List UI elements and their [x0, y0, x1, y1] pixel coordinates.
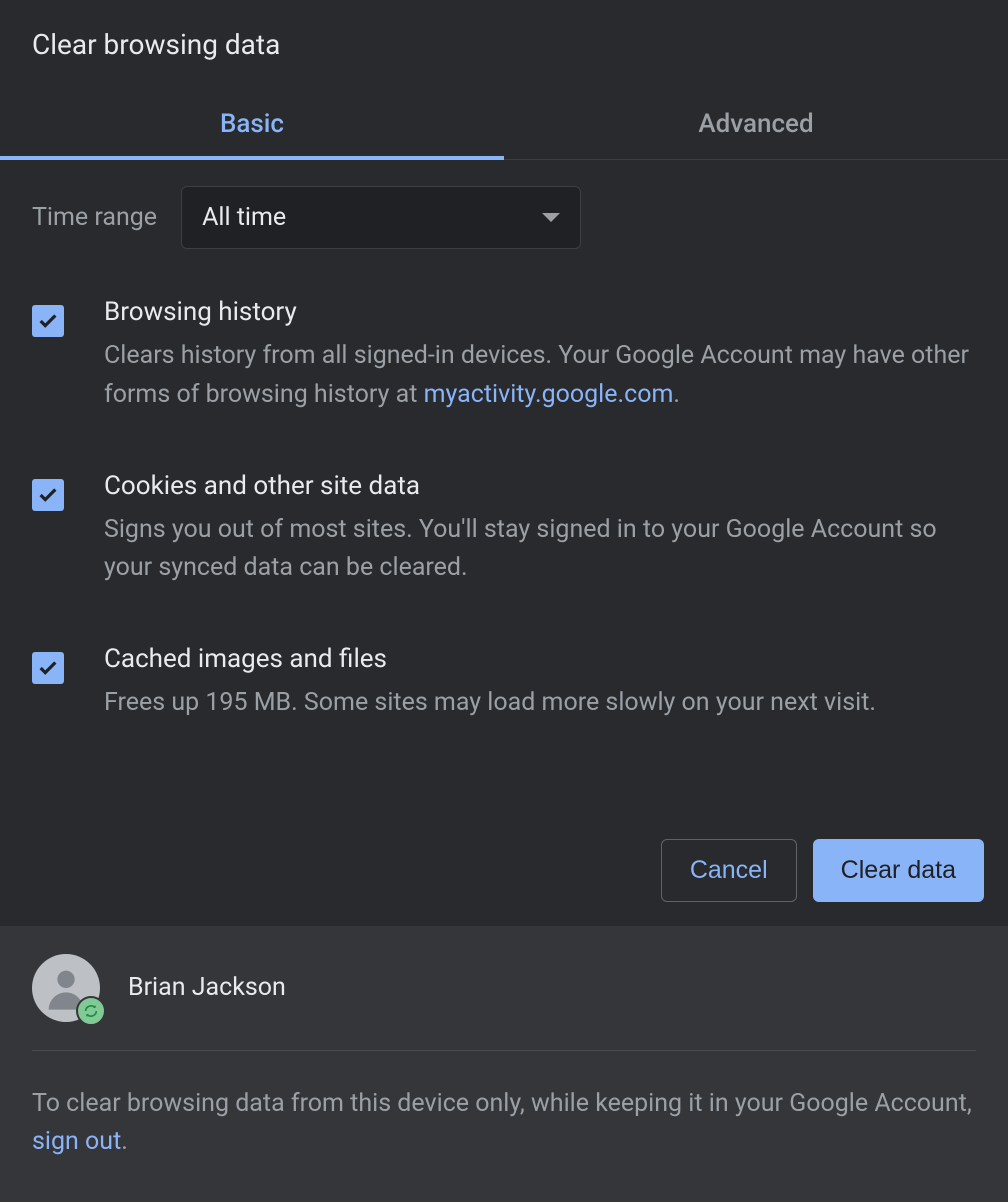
option-description: Frees up 195 MB. Some sites may load mor… [104, 684, 976, 723]
clear-data-button[interactable]: Clear data [813, 839, 984, 902]
time-range-row: Time range All time [32, 186, 976, 249]
option-cookies: Cookies and other site data Signs you ou… [32, 471, 976, 589]
footer-text: To clear browsing data from this device … [32, 1085, 976, 1163]
clear-browsing-data-dialog: Clear browsing data Basic Advanced Time … [0, 0, 1008, 1202]
tab-advanced-label: Advanced [698, 109, 813, 139]
option-description: Signs you out of most sites. You'll stay… [104, 511, 976, 589]
tab-advanced[interactable]: Advanced [504, 89, 1008, 159]
chevron-down-icon [542, 213, 560, 222]
time-range-select[interactable]: All time [181, 186, 581, 249]
option-title: Browsing history [104, 297, 976, 327]
tabs: Basic Advanced [0, 89, 1008, 160]
footer: Brian Jackson To clear browsing data fro… [0, 926, 1008, 1202]
footer-text-suffix: . [121, 1127, 128, 1156]
tab-basic-label: Basic [220, 109, 284, 139]
checkbox-content: Cookies and other site data Signs you ou… [104, 471, 976, 589]
sync-badge [76, 996, 106, 1026]
checkbox-cookies[interactable] [32, 479, 64, 511]
option-title: Cached images and files [104, 644, 976, 674]
check-icon [37, 484, 59, 506]
time-range-value: All time [202, 203, 286, 232]
footer-text-prefix: To clear browsing data from this device … [32, 1089, 972, 1118]
sign-out-link[interactable]: sign out [32, 1127, 121, 1156]
check-icon [37, 657, 59, 679]
check-icon [37, 310, 59, 332]
time-range-label: Time range [32, 203, 157, 232]
avatar [32, 954, 100, 1022]
option-title: Cookies and other site data [104, 471, 976, 501]
dialog-title: Clear browsing data [0, 0, 1008, 61]
option-description: Clears history from all signed-in device… [104, 337, 976, 415]
checkbox-content: Browsing history Clears history from all… [104, 297, 976, 415]
tab-basic[interactable]: Basic [0, 89, 504, 159]
option-browsing-history: Browsing history Clears history from all… [32, 297, 976, 415]
sync-icon [83, 1003, 99, 1019]
button-row: Cancel Clear data [0, 839, 1008, 926]
profile-row: Brian Jackson [32, 954, 976, 1051]
content: Time range All time Browsing history Cle… [0, 160, 1008, 839]
option-cache: Cached images and files Frees up 195 MB.… [32, 644, 976, 723]
checkbox-content: Cached images and files Frees up 195 MB.… [104, 644, 976, 723]
cancel-button[interactable]: Cancel [661, 839, 797, 902]
desc-suffix: . [673, 380, 680, 409]
profile-name: Brian Jackson [128, 973, 286, 1002]
checkbox-browsing-history[interactable] [32, 305, 64, 337]
checkbox-cache[interactable] [32, 652, 64, 684]
myactivity-link[interactable]: myactivity.google.com [424, 380, 674, 409]
